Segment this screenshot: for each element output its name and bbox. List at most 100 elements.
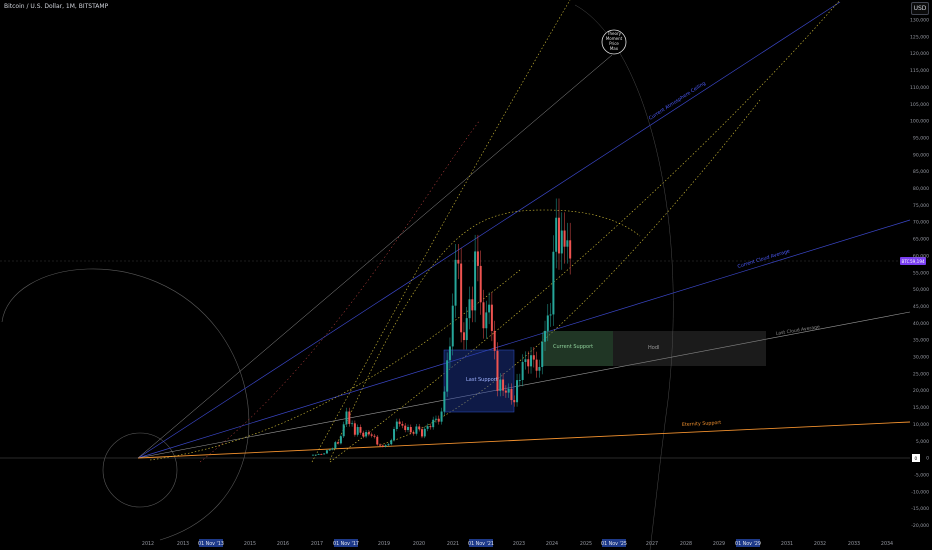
candle-body bbox=[493, 330, 496, 351]
candle-body bbox=[535, 359, 538, 371]
candle-body bbox=[443, 391, 446, 412]
candle-body bbox=[429, 426, 432, 428]
cloud-average-line bbox=[137, 219, 911, 459]
x-tick-label: 2031 bbox=[781, 541, 793, 547]
theory-label-line: Max bbox=[610, 46, 619, 51]
spiral-circle-inner bbox=[102, 432, 178, 508]
candle-body bbox=[468, 299, 471, 319]
label-last-support: Last Support bbox=[466, 377, 498, 383]
y-tick-label: 30,000 bbox=[913, 355, 929, 361]
candle-body bbox=[462, 332, 465, 341]
candle-body bbox=[432, 419, 435, 428]
candle-body bbox=[401, 423, 404, 426]
candle-body bbox=[376, 436, 379, 445]
x-tick-label: 2020 bbox=[413, 541, 425, 547]
y-tick-label: 75,000 bbox=[913, 203, 929, 209]
candle-body bbox=[339, 436, 342, 444]
candle-body bbox=[513, 400, 516, 403]
price-chart[interactable]: Current Atmosphere CeilingCurrent Cloud … bbox=[0, 0, 932, 550]
y-tick-label: 115,000 bbox=[910, 68, 929, 74]
candle-body bbox=[331, 448, 334, 450]
x-tick-label: 2012 bbox=[142, 541, 154, 547]
candle-body bbox=[569, 240, 572, 259]
candle-body bbox=[334, 442, 337, 449]
candle-body bbox=[415, 426, 418, 434]
candle-body bbox=[482, 302, 485, 329]
candle-body bbox=[351, 423, 354, 425]
spiral-arc-right bbox=[574, 4, 674, 550]
y-tick-label: 50,000 bbox=[913, 287, 929, 293]
candle-body bbox=[566, 240, 569, 247]
spiral-arc-outer bbox=[1, 268, 250, 541]
candle-body bbox=[504, 390, 507, 393]
candle-body bbox=[485, 312, 488, 329]
candle-body bbox=[479, 265, 482, 303]
candle-body bbox=[518, 379, 521, 381]
y-tick-label: 0 bbox=[926, 456, 929, 462]
price-badge-label: BTC bbox=[902, 259, 910, 264]
y-tick-label: -20,000 bbox=[911, 523, 929, 529]
candle-body bbox=[476, 251, 479, 266]
candle-body bbox=[502, 379, 505, 391]
x-tick-label: 2034 bbox=[881, 541, 893, 547]
y-tick-label: 5,000 bbox=[916, 439, 929, 445]
candle-body bbox=[365, 432, 368, 437]
candle-body bbox=[320, 453, 323, 455]
candle-body bbox=[446, 360, 449, 392]
candle-body bbox=[499, 379, 502, 391]
label-last-cloud-average: Last Cloud Average bbox=[775, 324, 820, 337]
x-tick-label: 2024 bbox=[546, 541, 558, 547]
candle-body bbox=[323, 453, 326, 455]
candle-body bbox=[370, 434, 373, 436]
candle-body bbox=[328, 449, 331, 451]
candle-body bbox=[387, 444, 390, 446]
candle-body bbox=[448, 346, 451, 361]
candle-body bbox=[325, 450, 328, 454]
x-tick-label: 01 Nov '21 bbox=[468, 541, 494, 547]
y-tick-label: 85,000 bbox=[913, 169, 929, 175]
candle-body bbox=[527, 359, 530, 367]
y-tick-label: 120,000 bbox=[910, 51, 929, 57]
y-tick-label: 25,000 bbox=[913, 371, 929, 377]
candle-body bbox=[353, 423, 356, 435]
y-tick-label: 130,000 bbox=[910, 18, 929, 24]
x-tick-label: 2021 bbox=[447, 541, 459, 547]
y-tick-label: -5,000 bbox=[914, 472, 929, 478]
candle-body bbox=[541, 341, 544, 368]
candle-body bbox=[395, 421, 398, 430]
candle-body bbox=[560, 230, 563, 254]
eternity-support-line bbox=[137, 421, 911, 459]
candle-body bbox=[398, 421, 401, 424]
price-badge-value: 59,194 bbox=[910, 259, 925, 264]
candle-body bbox=[524, 359, 527, 362]
y-tick-label: 15,000 bbox=[913, 405, 929, 411]
candle-body bbox=[552, 251, 555, 315]
candle-body bbox=[426, 426, 429, 429]
candle-body bbox=[434, 418, 437, 420]
candle-body bbox=[538, 367, 541, 371]
x-tick-label: 2032 bbox=[814, 541, 826, 547]
x-tick-label: 2027 bbox=[646, 541, 658, 547]
label-eternity-support: Eternity Support bbox=[682, 420, 722, 428]
y-tick-label: 35,000 bbox=[913, 338, 929, 344]
candle-body bbox=[404, 425, 407, 431]
y-tick-label: 90,000 bbox=[913, 152, 929, 158]
candle-body bbox=[465, 318, 468, 341]
candle-body bbox=[407, 426, 410, 431]
candle-body bbox=[373, 435, 376, 437]
y-tick-label: 55,000 bbox=[913, 270, 929, 276]
x-tick-label: 2019 bbox=[378, 541, 390, 547]
candle-body bbox=[457, 259, 460, 264]
candle-body bbox=[532, 355, 535, 360]
candle-body bbox=[437, 418, 440, 422]
y-tick-label: 100,000 bbox=[910, 119, 929, 125]
y-tick-label: 70,000 bbox=[913, 220, 929, 226]
candle-body bbox=[563, 230, 566, 247]
candle-body bbox=[549, 314, 552, 316]
candle-body bbox=[530, 355, 533, 367]
y-tick-label: 60,000 bbox=[913, 253, 929, 259]
x-tick-label: 2013 bbox=[177, 541, 189, 547]
candle-body bbox=[451, 305, 454, 347]
label-current-support: Current Support bbox=[553, 344, 593, 350]
candle-body bbox=[471, 299, 474, 311]
